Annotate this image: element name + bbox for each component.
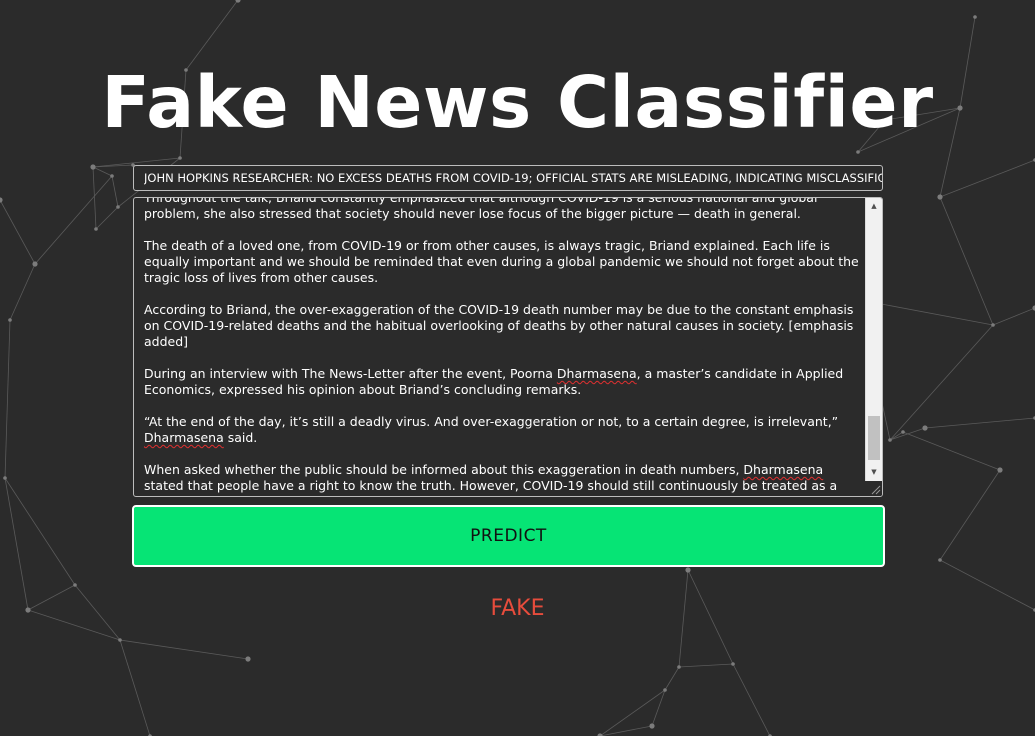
background-link	[939, 469, 1001, 561]
background-link	[111, 175, 119, 208]
background-node	[0, 197, 3, 203]
background-link	[92, 166, 113, 177]
background-node	[938, 558, 942, 562]
background-link	[599, 725, 653, 736]
background-link	[939, 196, 994, 326]
background-node	[245, 656, 251, 662]
background-link	[732, 663, 771, 736]
background-node	[3, 476, 7, 480]
background-node	[922, 425, 928, 431]
background-node	[731, 662, 735, 666]
news-title-input[interactable]	[133, 165, 883, 191]
background-link	[34, 175, 113, 265]
background-node	[937, 194, 943, 200]
background-link	[0, 199, 36, 265]
article-paragraph: According to Briand, the over-exaggerati…	[144, 302, 854, 349]
background-node	[677, 665, 681, 669]
scroll-thumb[interactable]	[868, 416, 880, 460]
background-link	[939, 159, 1035, 198]
background-link	[9, 263, 36, 321]
prediction-result: FAKE	[490, 596, 545, 621]
article-paragraph: During an interview with The News-Letter…	[144, 366, 844, 397]
background-link	[4, 477, 29, 611]
background-node	[888, 438, 892, 442]
background-node	[973, 15, 977, 19]
background-link	[119, 639, 151, 736]
background-node	[118, 638, 122, 642]
background-node	[991, 323, 995, 327]
page-title: Fake News Classifier	[101, 61, 934, 144]
resize-handle-icon[interactable]	[865, 481, 882, 496]
background-link	[664, 666, 680, 691]
background-link	[651, 689, 666, 727]
background-link	[92, 166, 97, 230]
background-node	[116, 205, 120, 209]
background-link	[4, 477, 76, 586]
background-link	[4, 319, 11, 479]
background-node	[649, 723, 655, 729]
background-node	[90, 164, 96, 170]
background-link	[924, 417, 1035, 429]
background-node	[94, 227, 98, 231]
background-link	[119, 639, 249, 660]
article-paragraph: The death of a loved one, from COVID-19 …	[144, 238, 859, 285]
article-text: Throughout the talk, Briand constantly e…	[144, 197, 862, 496]
article-textarea[interactable]: Throughout the talk, Briand constantly e…	[133, 197, 883, 497]
background-link	[902, 431, 1001, 471]
background-link	[992, 307, 1035, 326]
textarea-scrollbar[interactable]: ▲ ▼	[865, 198, 882, 481]
scroll-down-arrow-icon[interactable]: ▼	[866, 464, 882, 481]
background-node	[8, 318, 12, 322]
background-node	[997, 467, 1003, 473]
background-node	[178, 156, 182, 160]
background-node	[73, 583, 77, 587]
predict-button[interactable]: PREDICT	[132, 505, 885, 567]
scroll-up-arrow-icon[interactable]: ▲	[866, 198, 882, 215]
background-node	[856, 150, 860, 154]
background-link	[599, 689, 666, 736]
article-paragraph: When asked whether the public should be …	[144, 462, 838, 496]
background-node	[901, 430, 905, 434]
background-link	[678, 663, 734, 668]
background-link	[889, 324, 994, 441]
article-paragraph: “At the end of the day, it’s still a dea…	[144, 414, 839, 445]
background-node	[685, 567, 691, 573]
background-node	[110, 174, 114, 178]
background-link	[95, 206, 119, 230]
background-node	[32, 261, 38, 267]
article-paragraph: Throughout the talk, Briand constantly e…	[144, 197, 818, 221]
background-node	[663, 688, 667, 692]
